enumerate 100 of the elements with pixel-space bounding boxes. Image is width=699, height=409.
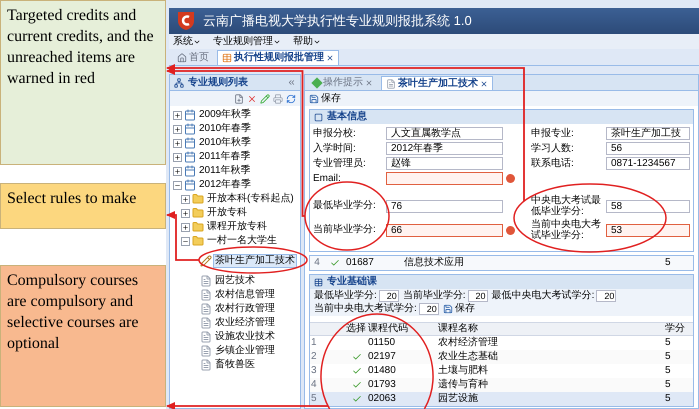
table-row[interactable]: 4 01793 遗传与育种 5 [310,378,693,392]
refresh-icon[interactable] [286,94,296,104]
text-field[interactable]: 赵锋 [386,157,503,170]
number-field[interactable]: 20 [596,290,616,302]
tree-item[interactable]: 2009年秋季 [198,109,252,121]
tree-item[interactable]: 农村行政管理 [214,303,276,315]
text-field[interactable]: 2012年春季 [386,142,503,155]
tree-item[interactable]: 课程开放专科 [206,221,268,233]
text-field[interactable] [386,172,503,185]
tab[interactable]: 执行性规则报批管理 [217,50,339,65]
calendar-icon [184,109,196,121]
collapse-toggle-icon[interactable] [173,180,182,190]
tree-item[interactable]: 茶叶生产加工技术 [214,255,296,267]
table-cell-text: 5 [665,257,672,269]
tab[interactable]: 首页 [173,50,213,65]
column-header[interactable]: 学分 [665,323,693,335]
text-field[interactable]: 76 [386,200,503,212]
tree-item[interactable]: 2011年秋季 [198,165,252,177]
table-row[interactable]: 5 02063 园艺设施 5 [310,392,693,406]
shield-logo-icon [177,11,195,31]
expand-toggle-icon[interactable] [173,166,182,176]
table-cell-text: 信息技术应用 [404,257,465,269]
field-label: 当前毕业学分: [313,224,377,236]
annotation-callout: Select rules to make [0,183,166,229]
tab[interactable]: 操作提示 [309,76,377,90]
row-number: 5 [311,393,317,404]
table-row[interactable]: 2 02197 农业生态基础 5 [310,350,693,364]
folder-icon [192,207,204,219]
tree-item[interactable]: 农村信息管理 [214,289,276,301]
calendar-icon [184,165,196,177]
text-field[interactable]: 人文直属教学点 [386,127,503,140]
row-number: 3 [311,365,317,376]
annotation-callout: Compulsory courses are compulsory and selective courses are optional [0,265,166,407]
field-label: 申报专业: [531,128,575,139]
filter-label: 最低毕业学分: [314,290,377,302]
tree-item[interactable]: 乡镇企业管理 [214,345,276,357]
tree-item[interactable]: 2010年秋季 [198,137,252,149]
tree-item[interactable]: 一村一名大学生 [206,235,278,247]
expand-toggle-icon[interactable] [173,110,182,120]
expand-toggle-icon[interactable] [181,222,190,232]
table-cell-text: 5 [665,365,672,377]
tab[interactable]: 茶叶生产加工技术 [381,76,493,90]
text-field[interactable]: 53 [606,224,690,236]
document-icon [200,303,212,315]
column-header[interactable]: 课程代码 [368,323,438,335]
document-icon [386,78,396,88]
table-cell-text: 园艺设施 [438,393,479,405]
section-title: 基本信息 [327,111,367,123]
number-field[interactable]: 20 [468,290,488,302]
text-field[interactable]: 58 [606,200,690,212]
folder-icon [192,221,204,233]
table-row[interactable]: 4 01687 信息技术应用 5 [309,255,694,271]
delete-icon[interactable] [247,94,257,104]
section-icon [314,112,323,122]
menu-item[interactable]: 专业规则管理 [213,36,281,48]
text-field[interactable]: 66 [386,224,503,236]
text-field[interactable]: 0871-1234567 [606,157,690,170]
menu-item[interactable]: 帮助 [293,36,321,48]
text-field[interactable]: 茶叶生产加工技 [606,127,690,140]
collapse-icon[interactable] [287,78,296,87]
menu-item[interactable]: 系统 [173,36,201,48]
filter-label: 当前毕业学分: [402,290,466,302]
number-field[interactable]: 20 [378,290,399,302]
table-cell-text: 5 [665,337,672,349]
text-field[interactable]: 56 [606,142,690,155]
tree-item[interactable]: 2010年春季 [198,123,252,135]
save-button[interactable]: 保存 [309,92,341,104]
tree-item[interactable]: 设施农业技术 [214,331,276,343]
tree-item[interactable]: 农业经济管理 [214,317,276,329]
document-icon [200,289,212,301]
expand-toggle-icon[interactable] [173,138,182,148]
collapse-toggle-icon[interactable] [181,236,190,246]
tree-item[interactable]: 开放本科(专科起点) [206,193,295,205]
column-header[interactable]: 选择 [346,323,368,335]
tree-item[interactable]: 2012年春季 [198,179,252,191]
expand-toggle-icon[interactable] [173,152,182,162]
table-cell-text: 遗传与育种 [438,379,489,391]
edit-icon[interactable] [260,94,270,104]
close-icon[interactable] [480,80,488,88]
tree-item[interactable]: 畜牧兽医 [214,359,256,371]
number-field[interactable]: 20 [418,303,439,315]
home-icon [177,52,187,62]
save-button[interactable]: 保存 [442,303,475,315]
expand-toggle-icon[interactable] [173,124,182,134]
tree-item[interactable]: 园艺技术 [214,275,256,287]
field-label: 专业管理员: [313,158,367,170]
close-icon[interactable] [326,54,334,62]
column-header[interactable]: 课程名称 [438,323,665,335]
tree-item[interactable]: 开放专科 [206,207,248,219]
row-number: 4 [313,257,321,269]
field-label: 联系电话: [531,158,575,169]
new-file-icon[interactable] [234,94,244,104]
tree-item[interactable]: 2011年春季 [198,151,252,163]
table-cell-text: 01150 [368,337,396,349]
field-label: Email: [313,172,342,184]
pencil-icon [200,255,212,267]
field-label: 入学时间: [313,142,357,154]
expand-toggle-icon[interactable] [181,194,190,204]
calendar-icon [184,123,196,135]
expand-toggle-icon[interactable] [181,208,190,218]
